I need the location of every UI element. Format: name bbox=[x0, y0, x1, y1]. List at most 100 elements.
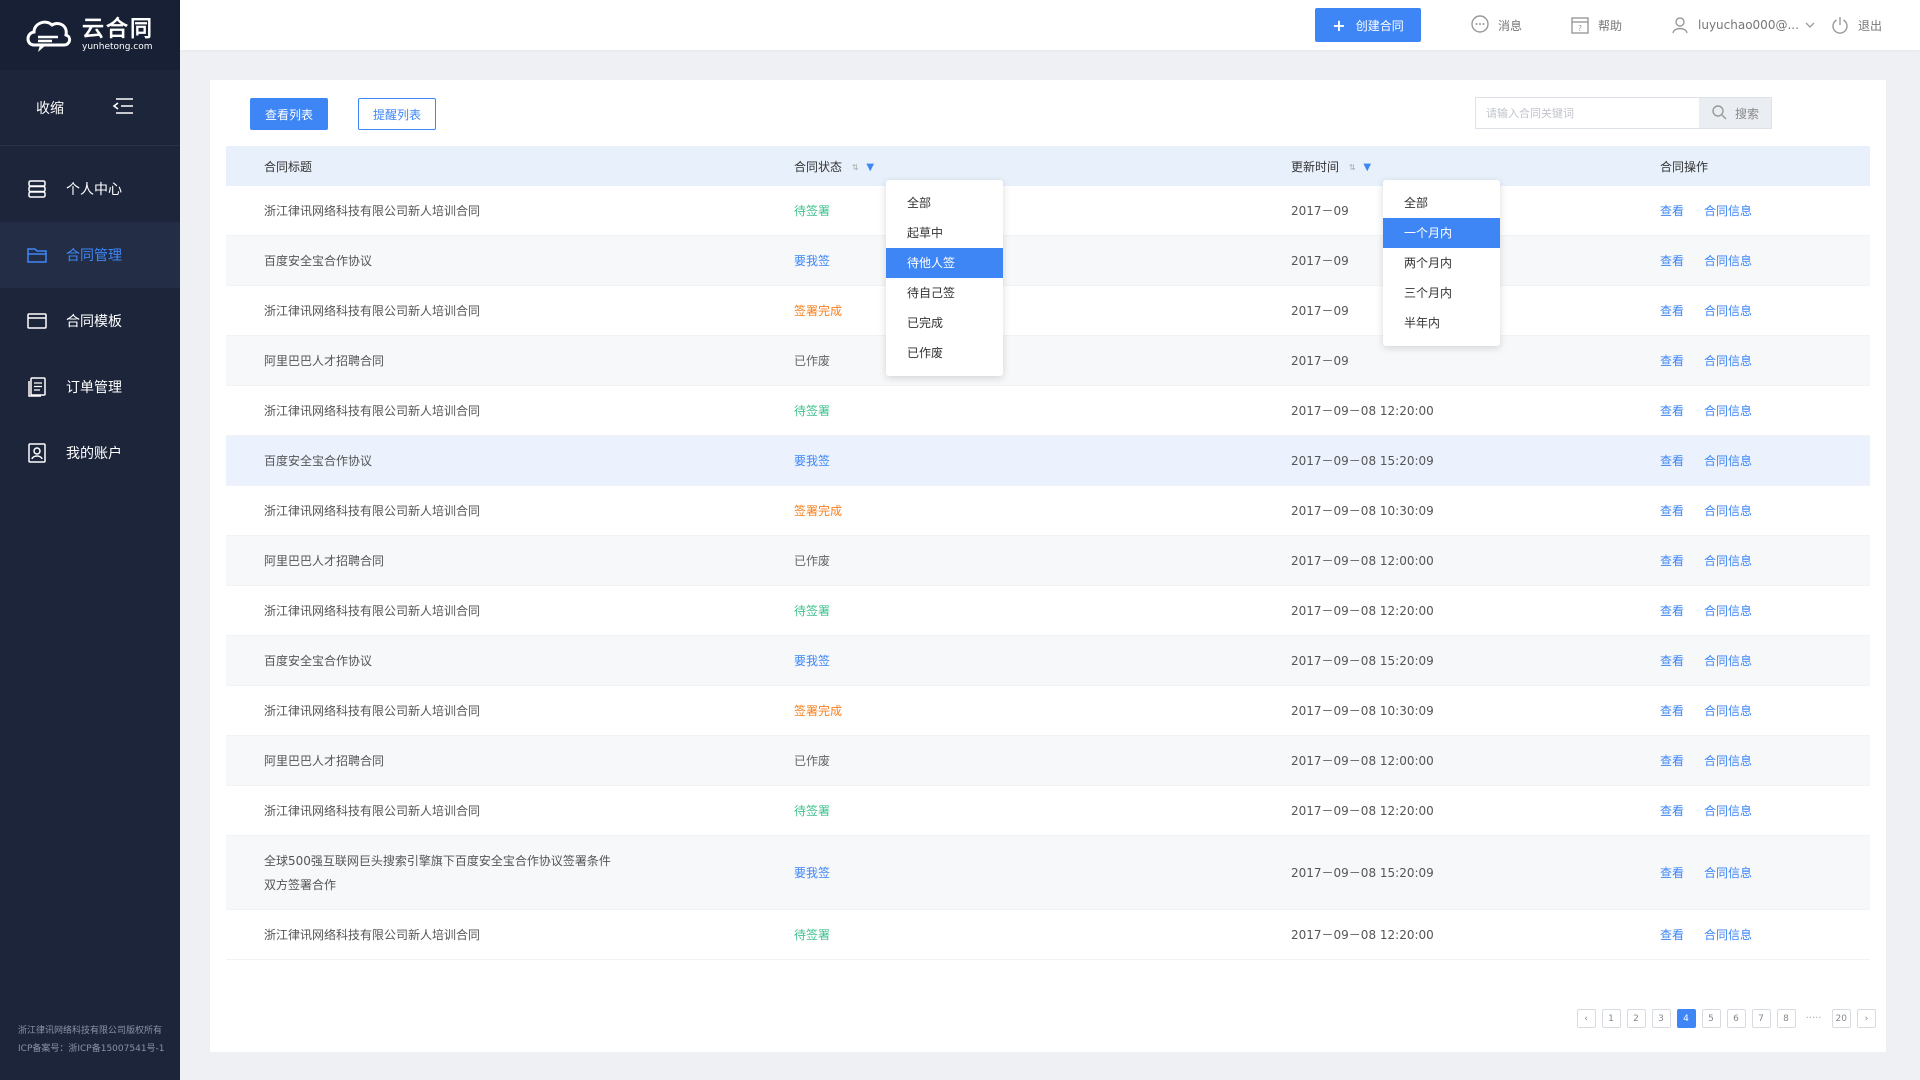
status-filter-option[interactable]: 全部 bbox=[886, 188, 1003, 218]
view-link[interactable]: 查看 bbox=[1660, 354, 1684, 368]
table-row[interactable]: 阿里巴巴人才招聘合同 已作废 2017－09－08 12:00:00 查看 合同信息 bbox=[226, 736, 1870, 786]
contract-title[interactable]: 浙江律讯网络科技有限公司新人培训合同 bbox=[264, 928, 480, 942]
table-row[interactable]: 百度安全宝合作协议 要我签 2017－09－08 15:20:09 查看 合同信息 bbox=[226, 636, 1870, 686]
status-filter-option[interactable]: 待自己签 bbox=[886, 278, 1003, 308]
time-filter-option[interactable]: 全部 bbox=[1383, 188, 1500, 218]
contract-info-link[interactable]: 合同信息 bbox=[1704, 804, 1752, 818]
page-button[interactable]: 8 bbox=[1776, 1009, 1796, 1028]
contract-title[interactable]: 阿里巴巴人才招聘合同 bbox=[264, 754, 384, 768]
status-filter-option[interactable]: 待他人签 bbox=[886, 248, 1003, 278]
messages-link[interactable]: 消息 bbox=[1470, 0, 1522, 50]
contract-info-link[interactable]: 合同信息 bbox=[1704, 304, 1752, 318]
table-row[interactable]: 浙江律讯网络科技有限公司新人培训合同 签署完成 2017－09－08 10:30:0… bbox=[226, 686, 1870, 736]
table-row[interactable]: 浙江律讯网络科技有限公司新人培训合同 签署完成 2017－09－08 10:30:0… bbox=[226, 486, 1870, 536]
table-row[interactable]: 阿里巴巴人才招聘合同 已作废 2017－09－08 12:00:00 查看 合同信息 bbox=[226, 536, 1870, 586]
page-button[interactable]: 1 bbox=[1601, 1009, 1621, 1028]
contract-title[interactable]: 浙江律讯网络科技有限公司新人培训合同 bbox=[264, 804, 480, 818]
filter-icon[interactable]: ▼ bbox=[1363, 162, 1371, 173]
contract-info-link[interactable]: 合同信息 bbox=[1704, 554, 1752, 568]
table-row[interactable]: 浙江律讯网络科技有限公司新人培训合同 待签署 2017－09－08 12:20:00… bbox=[226, 586, 1870, 636]
contract-title[interactable]: 全球500强互联网巨头搜索引擎旗下百度安全宝合作协议签署条件 双方签署合作 bbox=[264, 854, 611, 892]
view-link[interactable]: 查看 bbox=[1660, 554, 1684, 568]
filter-icon[interactable]: ▼ bbox=[866, 162, 874, 173]
view-link[interactable]: 查看 bbox=[1660, 604, 1684, 618]
sidebar-item-templates[interactable]: 合同模板 bbox=[0, 288, 180, 354]
view-link[interactable]: 查看 bbox=[1660, 754, 1684, 768]
sort-icon[interactable]: ⇅ bbox=[852, 163, 859, 172]
create-contract-button[interactable]: + 创建合同 bbox=[1315, 8, 1421, 42]
sidebar-item-account[interactable]: 我的账户 bbox=[0, 420, 180, 486]
table-row[interactable]: 百度安全宝合作协议 要我签 2017－09 查看 合同信息 bbox=[226, 236, 1870, 286]
contract-info-link[interactable]: 合同信息 bbox=[1704, 254, 1752, 268]
remind-list-button[interactable]: 提醒列表 bbox=[358, 98, 436, 130]
sidebar-item-contracts[interactable]: 合同管理 bbox=[0, 222, 180, 288]
contract-info-link[interactable]: 合同信息 bbox=[1704, 654, 1752, 668]
status-filter-option[interactable]: 已作废 bbox=[886, 338, 1003, 368]
time-filter-option[interactable]: 一个月内 bbox=[1383, 218, 1500, 248]
contract-info-link[interactable]: 合同信息 bbox=[1704, 866, 1752, 880]
page-button[interactable]: 6 bbox=[1726, 1009, 1746, 1028]
page-button[interactable]: 3 bbox=[1651, 1009, 1671, 1028]
table-row[interactable]: 阿里巴巴人才招聘合同 已作废 2017－09 查看 合同信息 bbox=[226, 336, 1870, 386]
table-row[interactable]: 浙江律讯网络科技有限公司新人培训合同 待签署 2017－09－08 12:20:00… bbox=[226, 910, 1870, 960]
contract-title[interactable]: 浙江律讯网络科技有限公司新人培训合同 bbox=[264, 504, 480, 518]
contract-title[interactable]: 浙江律讯网络科技有限公司新人培训合同 bbox=[264, 204, 480, 218]
view-link[interactable]: 查看 bbox=[1660, 404, 1684, 418]
contract-title[interactable]: 阿里巴巴人才招聘合同 bbox=[264, 354, 384, 368]
user-menu[interactable]: luyuchao000@... bbox=[1670, 0, 1815, 50]
view-link[interactable]: 查看 bbox=[1660, 204, 1684, 218]
prev-page-icon[interactable]: ‹ bbox=[1576, 1009, 1596, 1028]
contract-info-link[interactable]: 合同信息 bbox=[1704, 928, 1752, 942]
view-link[interactable]: 查看 bbox=[1660, 928, 1684, 942]
sort-icon[interactable]: ⇅ bbox=[1349, 163, 1356, 172]
time-filter-option[interactable]: 三个月内 bbox=[1383, 278, 1500, 308]
page-button[interactable]: 4 bbox=[1676, 1009, 1696, 1028]
contract-title[interactable]: 百度安全宝合作协议 bbox=[264, 654, 372, 668]
contract-title[interactable]: 百度安全宝合作协议 bbox=[264, 454, 372, 468]
view-link[interactable]: 查看 bbox=[1660, 704, 1684, 718]
page-button[interactable]: 20 bbox=[1831, 1009, 1851, 1028]
contract-info-link[interactable]: 合同信息 bbox=[1704, 704, 1752, 718]
view-link[interactable]: 查看 bbox=[1660, 804, 1684, 818]
logo[interactable]: 云合同 yunhetong.com bbox=[0, 0, 180, 70]
status-filter-option[interactable]: 已完成 bbox=[886, 308, 1003, 338]
contract-info-link[interactable]: 合同信息 bbox=[1704, 504, 1752, 518]
table-row[interactable]: 全球500强互联网巨头搜索引擎旗下百度安全宝合作协议签署条件 双方签署合作 要我签… bbox=[226, 836, 1870, 910]
view-link[interactable]: 查看 bbox=[1660, 866, 1684, 880]
table-row[interactable]: 浙江律讯网络科技有限公司新人培训合同 待签署 2017－09－08 12:20:00… bbox=[226, 786, 1870, 836]
contract-title[interactable]: 浙江律讯网络科技有限公司新人培训合同 bbox=[264, 304, 480, 318]
contract-title[interactable]: 浙江律讯网络科技有限公司新人培训合同 bbox=[264, 604, 480, 618]
view-link[interactable]: 查看 bbox=[1660, 504, 1684, 518]
search-button[interactable]: 搜索 bbox=[1699, 98, 1771, 128]
view-link[interactable]: 查看 bbox=[1660, 654, 1684, 668]
table-row[interactable]: 百度安全宝合作协议 要我签 2017－09－08 15:20:09 查看 合同信息 bbox=[226, 436, 1870, 486]
view-link[interactable]: 查看 bbox=[1660, 304, 1684, 318]
contract-info-link[interactable]: 合同信息 bbox=[1704, 204, 1752, 218]
contract-title[interactable]: 百度安全宝合作协议 bbox=[264, 254, 372, 268]
collapse-toggle[interactable]: 收缩 bbox=[0, 70, 180, 146]
page-button[interactable]: 2 bbox=[1626, 1009, 1646, 1028]
sidebar-item-personal[interactable]: 个人中心 bbox=[0, 156, 180, 222]
page-button[interactable]: 7 bbox=[1751, 1009, 1771, 1028]
logout-link[interactable]: 退出 bbox=[1830, 0, 1882, 50]
contract-info-link[interactable]: 合同信息 bbox=[1704, 604, 1752, 618]
contract-info-link[interactable]: 合同信息 bbox=[1704, 354, 1752, 368]
view-link[interactable]: 查看 bbox=[1660, 454, 1684, 468]
view-link[interactable]: 查看 bbox=[1660, 254, 1684, 268]
sidebar-item-orders[interactable]: 订单管理 bbox=[0, 354, 180, 420]
table-row[interactable]: 浙江律讯网络科技有限公司新人培训合同 待签署 2017－09 查看 合同信息 bbox=[226, 186, 1870, 236]
time-filter-option[interactable]: 两个月内 bbox=[1383, 248, 1500, 278]
contract-info-link[interactable]: 合同信息 bbox=[1704, 754, 1752, 768]
time-filter-option[interactable]: 半年内 bbox=[1383, 308, 1500, 338]
page-button[interactable]: 5 bbox=[1701, 1009, 1721, 1028]
help-link[interactable]: ? 帮助 bbox=[1570, 0, 1622, 50]
status-filter-option[interactable]: 起草中 bbox=[886, 218, 1003, 248]
search-input[interactable] bbox=[1476, 98, 1699, 128]
view-list-button[interactable]: 查看列表 bbox=[250, 98, 328, 130]
table-row[interactable]: 浙江律讯网络科技有限公司新人培训合同 待签署 2017－09－08 12:20:00… bbox=[226, 386, 1870, 436]
contract-title[interactable]: 浙江律讯网络科技有限公司新人培训合同 bbox=[264, 404, 480, 418]
next-page-icon[interactable]: › bbox=[1857, 1009, 1876, 1028]
contract-title[interactable]: 浙江律讯网络科技有限公司新人培训合同 bbox=[264, 704, 480, 718]
table-row[interactable]: 浙江律讯网络科技有限公司新人培训合同 签署完成 2017－09 查看 合同信息 bbox=[226, 286, 1870, 336]
contract-info-link[interactable]: 合同信息 bbox=[1704, 454, 1752, 468]
